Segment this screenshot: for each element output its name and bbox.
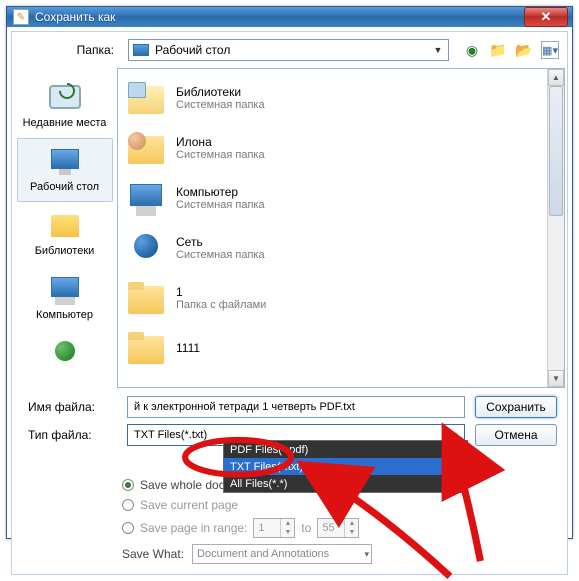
place-label: Недавние места — [18, 117, 112, 129]
folder-combo-value: Рабочий стол — [155, 43, 230, 57]
scrollbar[interactable]: ▲ ▼ — [547, 69, 564, 387]
save-current-row[interactable]: Save current page — [22, 498, 557, 512]
place-label: Рабочий стол — [18, 181, 112, 193]
file-sub: Папка с файлами — [176, 299, 266, 311]
window-title: Сохранить как — [35, 10, 522, 24]
cancel-button[interactable]: Отмена — [475, 424, 557, 446]
radio-save-current[interactable] — [122, 499, 134, 511]
view-menu-icon[interactable]: ▦▾ — [541, 41, 559, 59]
places-bar: Недавние места Рабочий стол Библиотеки Комп… — [12, 68, 117, 388]
place-computer[interactable]: Компьютер — [17, 266, 113, 330]
file-name: Илона — [176, 135, 265, 149]
save-what-row: Save What: Document and Annotations ▾ — [22, 544, 557, 564]
place-recent[interactable]: Недавние места — [17, 74, 113, 138]
file-icon — [126, 80, 166, 116]
titlebar[interactable]: ✎ Сохранить как ✕ — [7, 7, 572, 27]
list-item[interactable]: БиблиотекиСистемная папка — [118, 73, 547, 123]
save-what-value: Document and Annotations — [197, 548, 329, 560]
filetype-dropdown[interactable]: PDF Files(*.pdf)TXT Files(*.txt)All File… — [223, 440, 468, 493]
file-list-pane: БиблиотекиСистемная папкаИлонаСистемная … — [117, 68, 565, 388]
scroll-thumb[interactable] — [549, 86, 563, 216]
save-range-label: Save page in range: — [140, 521, 247, 535]
computer-icon — [45, 273, 85, 305]
file-name: Библиотеки — [176, 85, 265, 99]
desktop-icon — [133, 44, 149, 56]
scroll-down-button[interactable]: ▼ — [548, 370, 564, 387]
file-icon — [126, 180, 166, 216]
filetype-combo-value: TXT Files(*.txt) — [134, 429, 207, 441]
list-item[interactable]: 1Папка с файлами — [118, 273, 547, 323]
dropdown-option[interactable]: PDF Files(*.pdf) — [224, 441, 467, 458]
scroll-up-button[interactable]: ▲ — [548, 69, 564, 86]
close-button[interactable]: ✕ — [524, 7, 568, 27]
folder-label: Папка: — [12, 43, 122, 57]
file-icon — [126, 330, 166, 366]
save-current-label: Save current page — [140, 498, 238, 512]
save-what-label: Save What: — [122, 547, 184, 561]
file-list[interactable]: БиблиотекиСистемная папкаИлонаСистемная … — [118, 69, 547, 387]
save-what-combo[interactable]: Document and Annotations ▾ — [192, 544, 372, 564]
place-desktop[interactable]: Рабочий стол — [17, 138, 113, 202]
recent-icon — [45, 81, 85, 113]
new-folder-icon[interactable]: 📂 — [515, 41, 533, 59]
range-to-label: to — [301, 521, 311, 535]
range-from-spinner[interactable]: 1▲▼ — [253, 518, 295, 538]
filename-input[interactable] — [127, 396, 465, 418]
file-sub: Системная папка — [176, 99, 265, 111]
bottom-panel: Имя файла: Сохранить Тип файла: TXT File… — [12, 388, 567, 574]
folder-combo[interactable]: Рабочий стол ▼ — [128, 39, 449, 61]
range-from-value: 1 — [258, 522, 264, 534]
back-icon[interactable]: ◉ — [463, 41, 481, 59]
file-sub: Системная папка — [176, 199, 265, 211]
filename-label: Имя файла: — [22, 400, 117, 414]
file-name: 1 — [176, 285, 266, 299]
toolbar-icons: ◉ 📁 📂 ▦▾ — [455, 41, 559, 59]
list-item[interactable]: 1111 — [118, 323, 547, 373]
place-label: Компьютер — [18, 309, 112, 321]
scroll-track[interactable] — [548, 86, 564, 370]
radio-save-whole[interactable] — [122, 479, 134, 491]
place-libs[interactable]: Библиотеки — [17, 202, 113, 266]
list-item[interactable]: КомпьютерСистемная папка — [118, 173, 547, 223]
save-range-row[interactable]: Save page in range: 1▲▼ to 55▲▼ — [22, 518, 557, 538]
folder-row: Папка: Рабочий стол ▼ ◉ 📁 📂 ▦▾ — [12, 32, 567, 68]
chevron-down-icon[interactable]: ▾ — [365, 549, 370, 560]
range-to-value: 55 — [322, 522, 334, 534]
place-network[interactable] — [17, 330, 113, 382]
list-item[interactable]: СетьСистемная папка — [118, 223, 547, 273]
desktop-icon — [45, 145, 85, 177]
range-to-spinner[interactable]: 55▲▼ — [317, 518, 359, 538]
save-button[interactable]: Сохранить — [475, 396, 557, 418]
dropdown-option[interactable]: All Files(*.*) — [224, 475, 467, 492]
filename-row: Имя файла: Сохранить — [22, 396, 557, 418]
place-label: Библиотеки — [18, 245, 112, 257]
file-name: Компьютер — [176, 185, 265, 199]
app-icon: ✎ — [13, 9, 29, 25]
client-area: Папка: Рабочий стол ▼ ◉ 📁 📂 ▦▾ Недавние … — [11, 31, 568, 575]
file-icon — [126, 130, 166, 166]
file-sub: Системная папка — [176, 249, 265, 261]
libs-icon — [45, 209, 85, 241]
file-sub: Системная папка — [176, 149, 265, 161]
file-icon — [126, 280, 166, 316]
chevron-down-icon[interactable]: ▼ — [430, 42, 446, 58]
filetype-label: Тип файла: — [22, 428, 117, 442]
up-one-level-icon[interactable]: 📁 — [489, 41, 507, 59]
file-name: 1111 — [176, 341, 200, 355]
dropdown-option[interactable]: TXT Files(*.txt) — [224, 458, 467, 475]
save-as-dialog: ✎ Сохранить как ✕ Папка: Рабочий стол ▼ … — [6, 6, 573, 539]
file-icon — [126, 230, 166, 266]
file-name: Сеть — [176, 235, 265, 249]
radio-save-range[interactable] — [122, 522, 134, 534]
list-item[interactable]: ИлонаСистемная папка — [118, 123, 547, 173]
network-icon — [45, 337, 85, 369]
